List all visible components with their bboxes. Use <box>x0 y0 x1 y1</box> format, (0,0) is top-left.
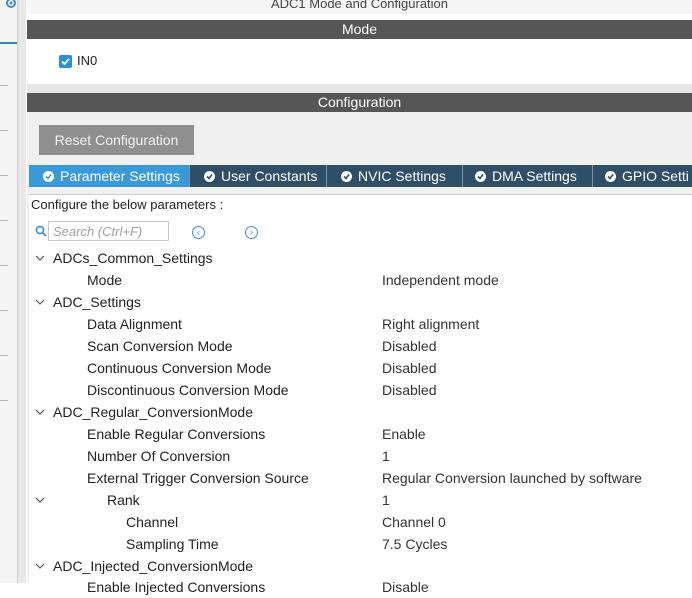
in0-checkbox[interactable] <box>59 55 72 68</box>
reset-configuration-button[interactable]: Reset Configuration <box>39 125 194 155</box>
tab-nvic-settings[interactable]: NVIC Settings <box>327 165 463 187</box>
param-value: Disabled <box>382 338 437 354</box>
tree-group-adc-regular-conversionmode[interactable]: ADC_Regular_ConversionMode <box>29 401 692 423</box>
tab-label: DMA Settings <box>492 168 577 184</box>
param-name: Mode <box>87 272 123 288</box>
hint-row: Configure the below parameters : <box>29 194 692 215</box>
rail-divider <box>0 175 8 176</box>
rail-divider <box>0 265 8 266</box>
param-name: Enable Injected Conversions <box>87 579 266 595</box>
chevron-down-icon[interactable] <box>35 291 45 313</box>
chevron-left-icon[interactable]: ‹ <box>192 226 205 239</box>
param-name: ADC_Settings <box>53 294 141 310</box>
param-name: Sampling Time <box>126 536 219 552</box>
param-name: ADC_Injected_ConversionMode <box>53 558 253 574</box>
param-row-enable-injected-conversions[interactable]: Enable Injected Conversions Disable <box>29 576 692 598</box>
mode-header: Mode <box>27 20 692 39</box>
tab-label: Parameter Settings <box>60 168 180 184</box>
tab-label: User Constants <box>221 168 318 184</box>
tab-gpio-settings[interactable]: GPIO Setti <box>593 165 692 187</box>
param-value: Disable <box>382 579 429 595</box>
check-circle-icon <box>204 171 215 182</box>
rail-divider <box>0 400 8 401</box>
tab-bar: Parameter Settings User Constants NVIC S… <box>29 165 692 187</box>
param-name: Continuous Conversion Mode <box>87 360 272 376</box>
check-circle-icon <box>43 171 54 182</box>
checkbox-checked-icon <box>61 58 70 66</box>
param-row-continuous-conversion-mode[interactable]: Continuous Conversion Mode Disabled <box>29 357 692 379</box>
param-value: 1 <box>382 492 390 508</box>
param-name: Enable Regular Conversions <box>87 426 266 442</box>
search-icon <box>35 224 47 237</box>
param-name: ADCs_Common_Settings <box>53 250 213 266</box>
rail-divider <box>0 355 8 356</box>
param-row-data-alignment[interactable]: Data Alignment Right alignment <box>29 313 692 335</box>
search-input[interactable] <box>48 221 169 241</box>
window-title: ADC1 Mode and Configuration <box>27 0 692 14</box>
tree-group-adcs-common-settings[interactable]: ADCs_Common_Settings <box>29 247 692 269</box>
section-separator <box>27 84 692 93</box>
chevron-down-icon[interactable] <box>35 247 45 269</box>
param-name: Discontinuous Conversion Mode <box>87 382 289 398</box>
param-value: Channel 0 <box>382 514 446 530</box>
param-value: 1 <box>382 448 390 464</box>
param-row-mode[interactable]: Mode Independent mode <box>29 269 692 291</box>
param-name: Scan Conversion Mode <box>87 338 233 354</box>
gear-icon[interactable] <box>4 0 18 10</box>
param-row-scan-conversion-mode[interactable]: Scan Conversion Mode Disabled <box>29 335 692 357</box>
chevron-down-icon[interactable] <box>35 489 45 511</box>
tree-group-adc-settings[interactable]: ADC_Settings <box>29 291 692 313</box>
param-value: Regular Conversion launched by software <box>382 470 642 486</box>
param-name: Channel <box>126 514 179 530</box>
param-row-number-of-conversion[interactable]: Number Of Conversion 1 <box>29 445 692 467</box>
param-name: External Trigger Conversion Source <box>87 470 309 486</box>
in0-label: IN0 <box>77 53 98 68</box>
param-value: Disabled <box>382 360 437 376</box>
rail-divider <box>0 310 8 311</box>
mode-panel <box>27 39 692 84</box>
configuration-header: Configuration <box>27 93 692 112</box>
param-name: ADC_Regular_ConversionMode <box>53 404 253 420</box>
chevron-right-icon[interactable]: › <box>245 226 258 239</box>
param-name: Data Alignment <box>87 316 182 332</box>
tab-user-constants[interactable]: User Constants <box>190 165 327 187</box>
tree-group-rank[interactable]: Rank 1 <box>29 489 692 511</box>
param-row-discontinuous-conversion-mode[interactable]: Discontinuous Conversion Mode Disabled <box>29 379 692 401</box>
param-row-enable-regular-conversions[interactable]: Enable Regular Conversions Enable <box>29 423 692 445</box>
rail-divider <box>0 220 8 221</box>
tab-label: GPIO Setti <box>622 168 689 184</box>
splitter[interactable] <box>18 0 26 583</box>
param-name: Number Of Conversion <box>87 448 231 464</box>
rail-divider <box>0 85 8 86</box>
rail-divider <box>0 130 8 131</box>
param-value: Right alignment <box>382 316 480 332</box>
tab-parameter-settings[interactable]: Parameter Settings <box>29 165 190 187</box>
chevron-down-icon[interactable] <box>35 401 45 423</box>
chevron-down-icon[interactable] <box>35 555 45 577</box>
param-name: Rank <box>107 492 140 508</box>
tab-label: NVIC Settings <box>358 168 446 184</box>
param-value: Disabled <box>382 382 437 398</box>
param-row-sampling-time[interactable]: Sampling Time 7.5 Cycles <box>29 533 692 555</box>
param-row-channel[interactable]: Channel Channel 0 <box>29 511 692 533</box>
check-circle-icon <box>475 171 486 182</box>
configure-hint: Configure the below parameters : <box>31 197 224 212</box>
check-circle-icon <box>605 171 616 182</box>
tree-group-adc-injected-conversionmode[interactable]: ADC_Injected_ConversionMode <box>29 555 692 577</box>
param-value: Independent mode <box>382 272 499 288</box>
rail-active-indicator <box>0 42 17 44</box>
param-value: 7.5 Cycles <box>382 536 448 552</box>
check-circle-icon <box>341 171 352 182</box>
param-row-external-trigger-conversion-source[interactable]: External Trigger Conversion Source Regul… <box>29 467 692 489</box>
left-rail <box>0 0 18 583</box>
param-value: Enable <box>382 426 426 442</box>
tab-dma-settings[interactable]: DMA Settings <box>463 165 593 187</box>
